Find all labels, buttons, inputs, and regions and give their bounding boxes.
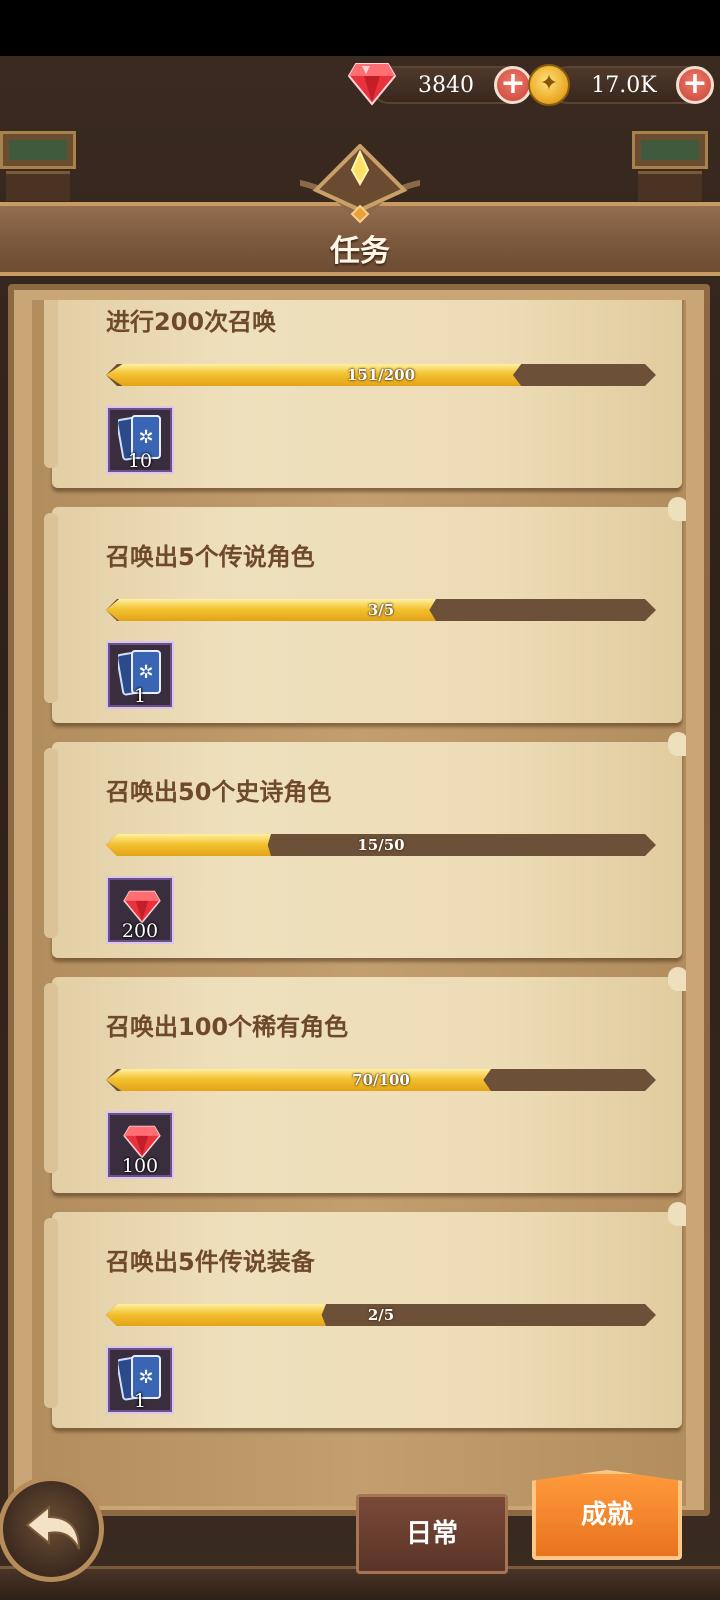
game-screen: 3840 + ✦ 17.0K + 任务 进行200次召唤 151/200 ✲ 1…: [0, 56, 720, 1600]
task-list[interactable]: 进行200次召唤 151/200 ✲ 10 召唤出5个传说角色 3/5 ✲ 1 …: [32, 300, 686, 1506]
reward-count: 100: [121, 1155, 159, 1177]
task-card: 召唤出5个传说角色 3/5 ✲ 1: [44, 497, 686, 723]
left-pillar-decoration: [0, 131, 76, 201]
gem-icon: [123, 1125, 161, 1159]
gem-icon: [348, 63, 396, 106]
reward-item[interactable]: ✲ 10: [106, 406, 174, 474]
tab-achievement[interactable]: 成就: [532, 1470, 682, 1560]
add-gems-button[interactable]: +: [494, 66, 532, 104]
task-title: 进行200次召唤: [106, 308, 277, 336]
gold-coin-icon: ✦: [528, 64, 570, 106]
svg-text:✲: ✲: [138, 427, 153, 448]
reward-item[interactable]: 100: [106, 1111, 174, 1179]
svg-text:✲: ✲: [138, 662, 153, 683]
task-card: 进行200次召唤 151/200 ✲ 10: [44, 300, 682, 488]
back-button[interactable]: [0, 1476, 104, 1582]
task-card: 召唤出100个稀有角色 70/100 100: [44, 967, 686, 1193]
task-title: 召唤出50个史诗角色: [106, 778, 332, 806]
reward-count: 1: [133, 1390, 147, 1412]
task-progress-bar: 151/200: [106, 364, 656, 386]
task-card: 召唤出50个史诗角色 15/50 200: [44, 732, 686, 958]
status-bar: [0, 0, 720, 56]
svg-text:✲: ✲: [138, 1367, 153, 1388]
tab-daily[interactable]: 日常: [356, 1494, 508, 1574]
task-progress-bar: 15/50: [106, 834, 656, 856]
gold-count: 17.0K: [591, 73, 657, 98]
task-progress-text: 15/50: [357, 836, 405, 854]
reward-item[interactable]: 200: [106, 876, 174, 944]
reward-item[interactable]: ✲ 1: [106, 1346, 174, 1414]
task-card: 召唤出5件传说装备 2/5 ✲ 1: [44, 1202, 686, 1428]
task-progress-bar: 3/5: [106, 599, 656, 621]
task-title: 召唤出5件传说装备: [106, 1248, 315, 1276]
gem-counter: 3840 +: [348, 63, 532, 106]
reward-count: 1: [133, 685, 147, 707]
gem-icon: [123, 890, 161, 924]
crest-ornament-icon: [300, 144, 420, 224]
task-progress-text: 2/5: [367, 1306, 395, 1324]
add-gold-button[interactable]: +: [676, 66, 714, 104]
reward-count: 200: [121, 920, 159, 942]
gold-counter: ✦ 17.0K +: [528, 64, 714, 106]
task-progress-bar: 2/5: [106, 1304, 656, 1326]
task-progress-text: 70/100: [352, 1071, 410, 1089]
back-arrow-icon: [25, 1504, 80, 1550]
gem-count: 3840: [418, 73, 474, 98]
right-pillar-decoration: [632, 131, 708, 201]
page-title: 任务: [330, 234, 390, 269]
reward-count: 10: [127, 450, 153, 472]
reward-item[interactable]: ✲ 1: [106, 641, 174, 709]
task-title: 召唤出5个传说角色: [106, 543, 315, 571]
task-progress-bar: 70/100: [106, 1069, 656, 1091]
task-panel: 进行200次召唤 151/200 ✲ 10 召唤出5个传说角色 3/5 ✲ 1 …: [8, 284, 710, 1516]
task-title: 召唤出100个稀有角色: [106, 1013, 349, 1041]
task-progress-text: 151/200: [346, 366, 416, 384]
task-progress-text: 3/5: [367, 601, 395, 619]
